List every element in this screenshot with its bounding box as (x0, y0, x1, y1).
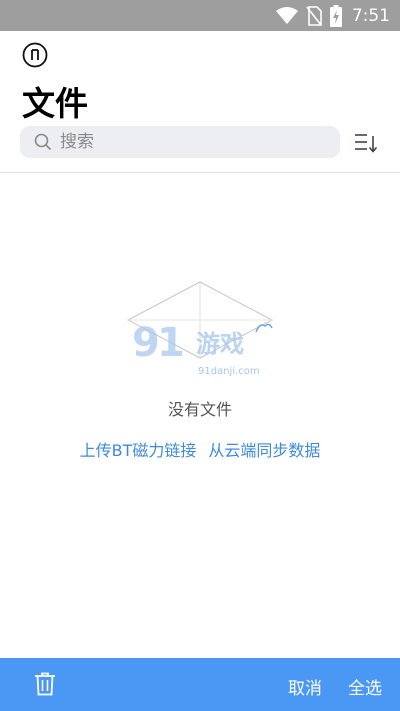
no-sim-icon (306, 5, 322, 26)
svg-text:91danji.com: 91danji.com (198, 366, 260, 377)
page-title: 文件 (22, 84, 88, 123)
wifi-icon (275, 6, 298, 24)
status-time: 7:51 (351, 5, 390, 26)
status-bar: 7:51 (0, 0, 400, 31)
cancel-button[interactable]: 取消 (288, 674, 322, 699)
select-all-button[interactable]: 全选 (348, 674, 382, 699)
svg-text:1: 1 (157, 320, 185, 366)
sync-from-cloud-link[interactable]: 从云端同步数据 (208, 441, 320, 460)
search-icon (34, 133, 52, 151)
search-box[interactable] (20, 126, 340, 158)
empty-box-icon: 9 1 游戏 91danji.com (126, 281, 274, 377)
watermark-logo: 9 1 游戏 91danji.com (132, 320, 260, 377)
music-note-circle-icon[interactable] (22, 42, 48, 68)
search-input[interactable] (60, 132, 310, 152)
svg-text:游戏: 游戏 (196, 330, 244, 358)
header-divider (0, 172, 400, 173)
battery-charging-icon (329, 4, 342, 27)
trash-icon[interactable] (34, 672, 56, 696)
upload-bt-magnet-link[interactable]: 上传BT磁力链接 (80, 441, 197, 460)
svg-text:9: 9 (132, 320, 160, 366)
empty-message: 没有文件 (167, 400, 232, 419)
empty-actions: 上传BT磁力链接 从云端同步数据 (0, 437, 400, 461)
sort-icon[interactable] (354, 132, 378, 154)
bottom-action-bar: 取消 全选 (0, 658, 400, 711)
